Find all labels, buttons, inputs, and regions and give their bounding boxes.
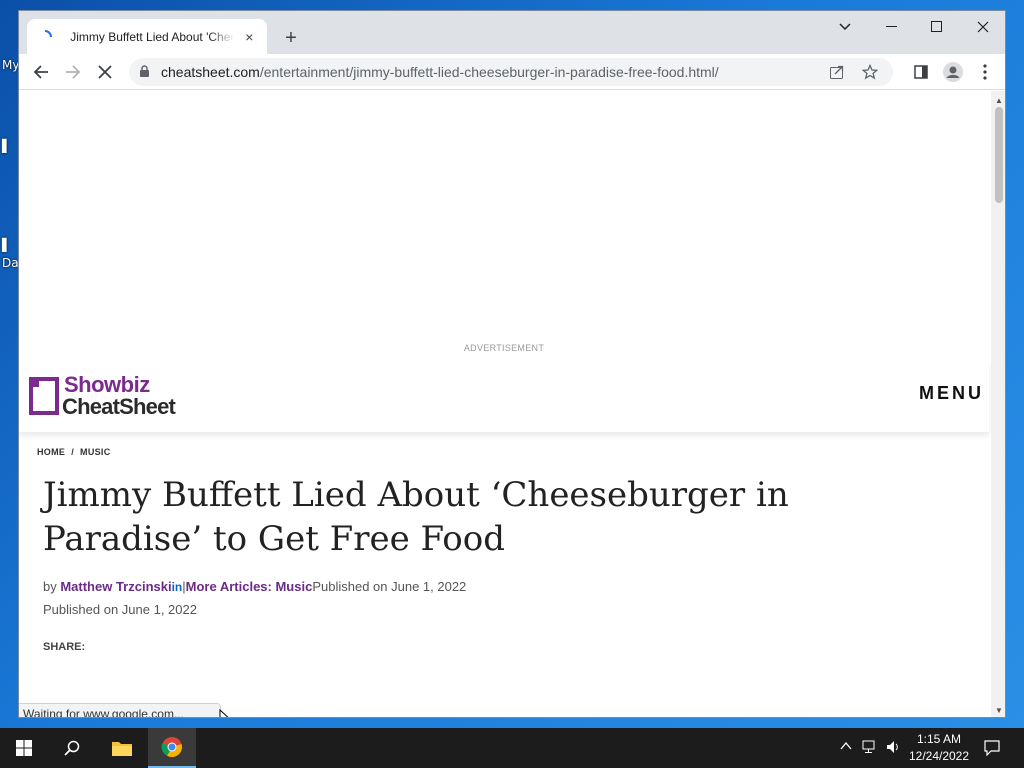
url-text: cheatsheet.com/entertainment/jimmy-buffe… [161, 64, 719, 80]
start-windows-icon[interactable] [0, 728, 48, 768]
tray-chevron-icon[interactable] [840, 740, 852, 754]
minimize-icon[interactable] [868, 13, 914, 41]
browser-tab[interactable]: Jimmy Buffett Lied About 'Cheeseburger i… [27, 19, 267, 54]
more-menu-icon[interactable] [973, 60, 997, 84]
chrome-taskbar-icon[interactable] [148, 728, 196, 768]
tab-search-icon[interactable] [822, 13, 868, 41]
logo-line-2: CheatSheet [62, 394, 176, 419]
breadcrumb: HOME / MUSIC [37, 447, 111, 457]
bookmark-star-icon[interactable] [861, 63, 879, 85]
back-icon[interactable] [29, 60, 53, 84]
tab-title: Jimmy Buffett Lied About 'Cheeseburger i… [70, 29, 234, 44]
status-bubble: Waiting for www.google.com... [19, 703, 221, 717]
vertical-scrollbar[interactable]: ▲ ▼ [991, 91, 1005, 717]
close-window-icon[interactable] [960, 13, 1005, 41]
search-icon[interactable] [48, 728, 96, 768]
logo-mark [29, 377, 59, 415]
page-viewport: ADVERTISEMENT Showbiz CheatSheet MENU HO… [19, 91, 991, 717]
scrollbar-thumb[interactable] [995, 107, 1003, 203]
volume-icon[interactable] [886, 740, 900, 757]
clock-date: 12/24/2022 [908, 749, 970, 763]
lock-icon [139, 65, 150, 83]
share-label: SHARE: [43, 641, 86, 653]
site-logo[interactable]: Showbiz CheatSheet [29, 373, 199, 421]
byline-published: Published on June 1, 2022 [312, 579, 467, 594]
taskbar: 1:15 AM 12/24/2022 [0, 728, 1024, 768]
file-explorer-icon[interactable] [98, 728, 146, 768]
article-headline: Jimmy Buffett Lied About ‘Cheeseburger i… [43, 475, 789, 559]
linkedin-icon[interactable]: in [172, 580, 183, 594]
forward-icon[interactable] [61, 60, 85, 84]
address-bar[interactable]: cheatsheet.com/entertainment/jimmy-buffe… [129, 58, 893, 86]
side-panel-icon[interactable] [909, 60, 933, 84]
stop-loading-icon[interactable] [93, 60, 117, 84]
desktop-icon-marker: ▌ [2, 238, 12, 252]
byline-prefix: by [43, 579, 61, 594]
desktop-icon-label[interactable]: My [2, 58, 19, 72]
maximize-icon[interactable] [914, 13, 960, 41]
scroll-up-icon[interactable]: ▲ [991, 93, 1005, 107]
breadcrumb-music[interactable]: MUSIC [80, 447, 111, 457]
tab-close-icon[interactable]: × [242, 29, 257, 45]
url-path: /entertainment/jimmy-buffett-lied-cheese… [259, 64, 719, 80]
article-byline: by Matthew Trzcinskiin|More Articles: Mu… [43, 579, 466, 594]
browser-toolbar: cheatsheet.com/entertainment/jimmy-buffe… [19, 54, 1005, 90]
browser-window: Jimmy Buffett Lied About 'Cheeseburger i… [18, 10, 1006, 718]
clock-time: 1:15 AM [916, 732, 962, 746]
url-host: cheatsheet.com [161, 64, 260, 80]
advertisement-label: ADVERTISEMENT [463, 343, 545, 353]
desktop-icon-marker: ▌ [2, 139, 12, 153]
published-date: Published on June 1, 2022 [43, 602, 197, 617]
mouse-cursor-icon [219, 709, 229, 717]
menu-button[interactable]: MENU [919, 383, 984, 404]
breadcrumb-home[interactable]: HOME [37, 447, 65, 457]
new-tab-button[interactable]: + [279, 26, 303, 50]
desktop-icon-label[interactable]: Da [2, 256, 19, 270]
profile-avatar-icon[interactable] [941, 60, 965, 84]
notification-icon[interactable] [980, 736, 1004, 760]
breadcrumb-separator: / [71, 447, 75, 457]
share-icon[interactable] [829, 64, 845, 85]
site-header: Showbiz CheatSheet MENU [19, 361, 989, 433]
title-bar: Jimmy Buffett Lied About 'Cheeseburger i… [19, 11, 1005, 54]
loading-spinner-icon [37, 29, 52, 45]
more-articles-link[interactable]: More Articles: Music [186, 579, 313, 594]
system-clock[interactable]: 1:15 AM 12/24/2022 [900, 731, 978, 765]
author-link[interactable]: Matthew Trzcinski [60, 579, 171, 594]
scroll-down-icon[interactable]: ▼ [991, 703, 1005, 717]
network-icon[interactable] [862, 740, 878, 757]
